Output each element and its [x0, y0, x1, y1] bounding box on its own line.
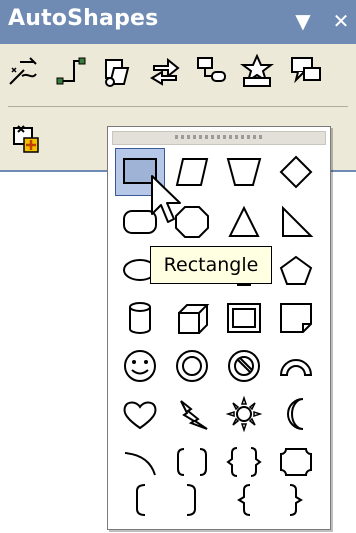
- basic-shapes-icon: [105, 59, 130, 87]
- mouse-pointer-icon: [151, 175, 181, 223]
- close-icon: ✕: [332, 9, 350, 33]
- basic-shapes-palette: [107, 126, 331, 530]
- donut-shape-icon: [176, 350, 208, 382]
- callouts-button[interactable]: [286, 48, 324, 94]
- left-bracket-shape-icon: [136, 484, 146, 516]
- no-symbol-shape-icon: [228, 350, 260, 382]
- right-brace-shape-icon: [289, 484, 303, 516]
- pentagon-shape-icon: [279, 255, 313, 285]
- shape-right-bracket-button[interactable]: [167, 476, 217, 524]
- shape-trapezoid-button[interactable]: [219, 148, 269, 196]
- trapezoid-shape-icon: [226, 158, 262, 186]
- shape-sun-button[interactable]: [219, 390, 269, 438]
- connectors-button[interactable]: [52, 48, 90, 94]
- right-bracket-shape-icon: [186, 484, 196, 516]
- shape-can-button[interactable]: [115, 294, 165, 342]
- left-brace-shape-icon: [237, 484, 251, 516]
- heart-shape-icon: [123, 401, 157, 430]
- palette-drag-handle[interactable]: [112, 131, 326, 145]
- shape-lightning-bolt-button[interactable]: [167, 390, 217, 438]
- toolbar-title: AutoShapes: [8, 6, 159, 31]
- shape-left-brace-button[interactable]: [219, 476, 269, 524]
- toolbar-separator: [8, 106, 348, 107]
- callouts-icon: [291, 57, 321, 84]
- shape-folded-corner-button[interactable]: [271, 294, 321, 342]
- shape-bevel-button[interactable]: [219, 294, 269, 342]
- moon-shape-icon: [287, 398, 304, 430]
- shape-smiley-face-button[interactable]: [115, 342, 165, 390]
- more-autoshapes-icon: [13, 125, 39, 153]
- lightning-bolt-shape-icon: [180, 400, 208, 430]
- block-arrows-icon: [150, 57, 180, 86]
- grip-dots: [175, 135, 265, 139]
- more-autoshapes-button[interactable]: [8, 116, 46, 162]
- chevron-down-icon: ▼: [295, 9, 311, 33]
- flowchart-icon: [197, 57, 226, 82]
- shape-right-brace-button[interactable]: [271, 476, 321, 524]
- smiley-face-shape-icon: [124, 350, 156, 382]
- diamond-shape-icon: [279, 155, 313, 189]
- stars-banners-button[interactable]: [238, 48, 276, 94]
- shape-moon-button[interactable]: [271, 390, 321, 438]
- toolbar-titlebar[interactable]: AutoShapes ▼ ✕: [0, 0, 356, 44]
- tooltip-text: Rectangle: [163, 254, 259, 276]
- triangle-shape-icon: [228, 205, 260, 237]
- toolbar-close-button[interactable]: ✕: [326, 4, 356, 38]
- lines-button[interactable]: [4, 48, 42, 94]
- shape-heart-button[interactable]: [115, 390, 165, 438]
- toolbar-row-1: [0, 48, 356, 102]
- shape-donut-button[interactable]: [167, 342, 217, 390]
- connectors-icon: [56, 57, 86, 85]
- shape-cube-button[interactable]: [167, 294, 217, 342]
- shape-no-symbol-button[interactable]: [219, 342, 269, 390]
- shape-tooltip: Rectangle: [150, 246, 272, 284]
- sun-shape-icon: [225, 395, 263, 433]
- stars-banners-icon: [240, 54, 274, 87]
- flowchart-button[interactable]: [192, 48, 230, 94]
- folded-corner-shape-icon: [280, 303, 312, 333]
- shape-triangle-button[interactable]: [219, 198, 269, 246]
- shape-left-bracket-button[interactable]: [115, 476, 165, 524]
- bevel-shape-icon: [227, 303, 261, 333]
- block-arc-shape-icon: [279, 359, 313, 376]
- can-shape-icon: [129, 302, 151, 334]
- basic-shapes-button[interactable]: [98, 48, 136, 94]
- lines-icon: [9, 57, 37, 85]
- right-triangle-shape-icon: [282, 205, 314, 237]
- cube-shape-icon: [178, 304, 210, 334]
- shape-pentagon-button[interactable]: [271, 246, 321, 294]
- block-arrows-button[interactable]: [146, 48, 184, 94]
- shape-right-triangle-button[interactable]: [271, 198, 321, 246]
- toolbar-options-button[interactable]: ▼: [288, 4, 318, 38]
- shape-diamond-button[interactable]: [271, 148, 321, 196]
- shape-block-arc-button[interactable]: [271, 342, 321, 390]
